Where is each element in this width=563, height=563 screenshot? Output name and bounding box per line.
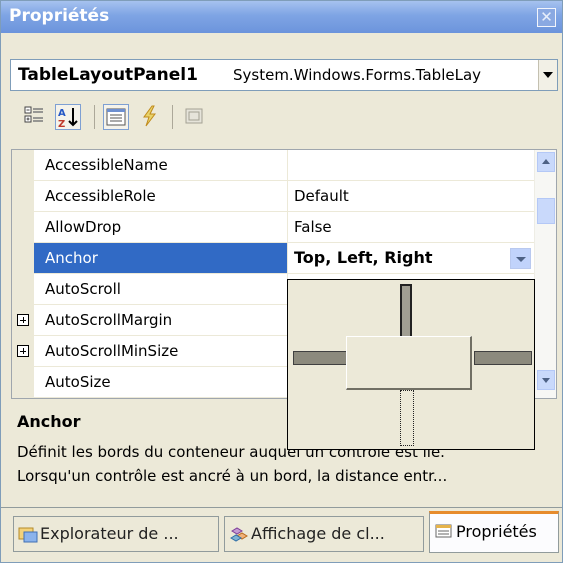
toolbar-separator bbox=[172, 105, 173, 129]
solution-explorer-icon bbox=[18, 527, 38, 543]
property-name: AutoScroll bbox=[34, 274, 288, 305]
tab-label: Affichage de cl... bbox=[251, 524, 385, 543]
tab-properties[interactable]: Propriétés bbox=[429, 511, 559, 553]
anchor-top-toggle[interactable] bbox=[400, 284, 412, 340]
description-title: Anchor bbox=[17, 412, 81, 431]
close-button[interactable]: ✕ bbox=[537, 8, 556, 27]
properties-icon bbox=[106, 108, 126, 126]
scroll-down-button[interactable] bbox=[537, 370, 555, 390]
toolbar-separator bbox=[94, 105, 95, 129]
scroll-up-button[interactable] bbox=[537, 152, 555, 172]
tab-label: Propriétés bbox=[456, 522, 537, 541]
toolbar: A Z bbox=[2, 96, 562, 140]
tab-label: Explorateur de ... bbox=[40, 524, 179, 543]
property-value[interactable]: False bbox=[288, 212, 536, 243]
expand-icon[interactable] bbox=[17, 345, 29, 357]
property-row[interactable]: AllowDrop False bbox=[12, 212, 536, 243]
anchor-control-box bbox=[346, 336, 472, 390]
properties-button[interactable] bbox=[103, 104, 129, 130]
object-selector[interactable]: TableLayoutPanel1 System.Windows.Forms.T… bbox=[10, 59, 558, 91]
property-name: AccessibleRole bbox=[34, 181, 288, 212]
property-row-selected[interactable]: Anchor Top, Left, Right bbox=[12, 243, 536, 274]
anchor-bottom-toggle[interactable] bbox=[400, 390, 414, 446]
vertical-scrollbar[interactable] bbox=[534, 150, 556, 398]
property-value[interactable]: Default bbox=[288, 181, 536, 212]
svg-text:Z: Z bbox=[58, 119, 65, 129]
property-pages-icon bbox=[185, 108, 203, 124]
tab-solution-explorer[interactable]: Explorateur de ... bbox=[13, 516, 219, 552]
property-row[interactable]: AccessibleRole Default bbox=[12, 181, 536, 212]
window-title: Propriétés bbox=[9, 6, 110, 26]
chevron-down-icon bbox=[516, 257, 526, 262]
alphabetical-button[interactable]: A Z bbox=[55, 104, 81, 130]
anchor-dropdown-button[interactable] bbox=[510, 248, 531, 269]
chevron-down-icon bbox=[542, 378, 550, 383]
object-name: TableLayoutPanel1 bbox=[18, 65, 198, 85]
anchor-value-text: Top, Left, Right bbox=[294, 248, 433, 267]
anchor-right-toggle[interactable] bbox=[474, 351, 532, 365]
property-name: AutoScrollMargin bbox=[34, 305, 288, 336]
alphabetical-icon: A Z bbox=[58, 108, 78, 130]
scroll-thumb[interactable] bbox=[537, 198, 555, 224]
properties-tab-icon bbox=[435, 524, 452, 538]
categorized-button[interactable] bbox=[22, 104, 48, 130]
chevron-down-icon bbox=[543, 72, 553, 78]
property-value[interactable]: Top, Left, Right bbox=[288, 243, 536, 274]
property-row[interactable]: AccessibleName bbox=[12, 150, 536, 181]
anchor-editor-popup bbox=[287, 279, 535, 450]
expand-icon[interactable] bbox=[17, 314, 29, 326]
property-name: AllowDrop bbox=[34, 212, 288, 243]
property-value[interactable] bbox=[288, 150, 536, 181]
class-view-icon bbox=[230, 527, 248, 542]
description-line: Lorsqu'un contrôle est ancré à un bord, … bbox=[17, 467, 448, 485]
tab-bar: Explorateur de ... Affichage de cl... Pr… bbox=[1, 507, 562, 562]
property-name: Anchor bbox=[34, 243, 288, 274]
property-pages-button[interactable] bbox=[182, 104, 208, 130]
property-name: AccessibleName bbox=[34, 150, 288, 181]
object-type: System.Windows.Forms.TableLay bbox=[233, 66, 482, 84]
properties-window: Propriétés ✕ TableLayoutPanel1 System.Wi… bbox=[0, 0, 563, 563]
property-name: AutoSize bbox=[34, 367, 288, 398]
tab-class-view[interactable]: Affichage de cl... bbox=[224, 516, 424, 552]
title-bar[interactable]: Propriétés ✕ bbox=[1, 1, 562, 33]
chevron-up-icon bbox=[542, 159, 550, 164]
svg-text:A: A bbox=[58, 108, 66, 119]
object-selector-dropdown-button[interactable] bbox=[538, 60, 557, 90]
events-button[interactable] bbox=[137, 104, 163, 130]
events-icon bbox=[143, 105, 156, 127]
property-name: AutoScrollMinSize bbox=[34, 336, 288, 367]
categorized-icon bbox=[24, 106, 43, 123]
anchor-left-toggle[interactable] bbox=[293, 351, 349, 365]
